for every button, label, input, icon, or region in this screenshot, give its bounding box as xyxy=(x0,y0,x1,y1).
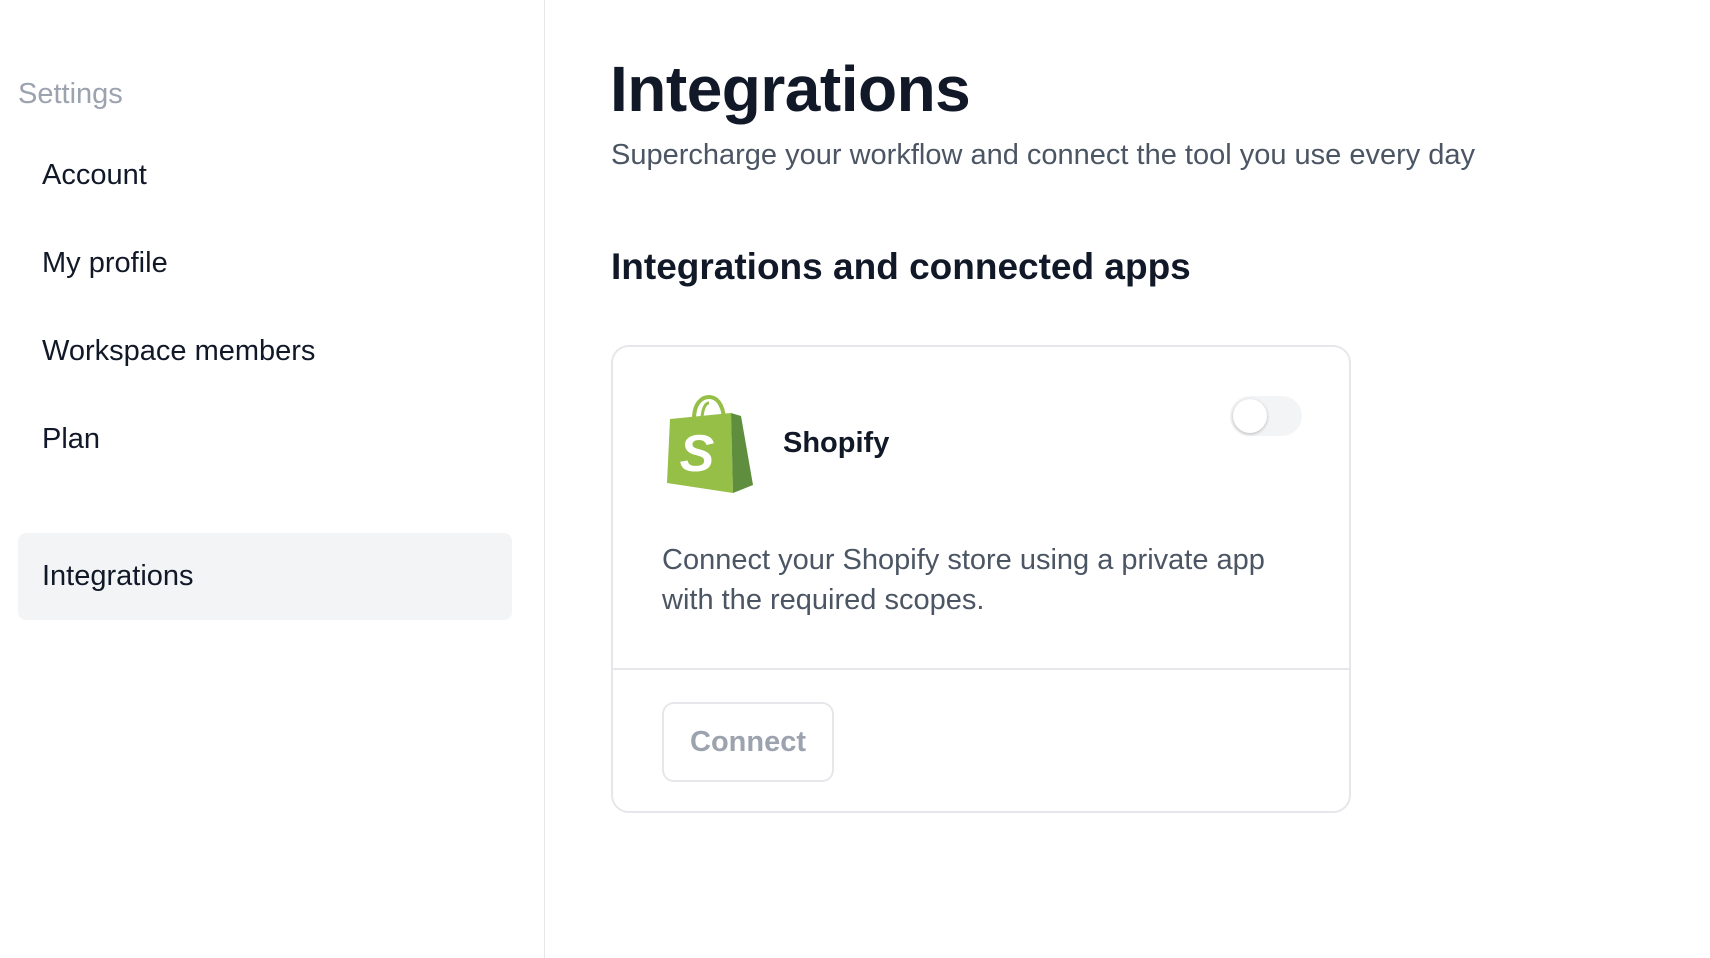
connect-button[interactable]: Connect xyxy=(662,702,834,782)
svg-text:S: S xyxy=(680,425,715,483)
sidebar-item-label: Account xyxy=(42,159,147,191)
sidebar-heading: Settings xyxy=(18,78,123,110)
sidebar-item-plan[interactable]: Plan xyxy=(18,396,512,483)
toggle-knob xyxy=(1233,399,1267,433)
sidebar-item-workspace-members[interactable]: Workspace members xyxy=(18,308,512,395)
settings-sidebar: Settings Account My profile Workspace me… xyxy=(0,0,545,958)
integration-toggle[interactable] xyxy=(1230,396,1302,436)
sidebar-item-label: Workspace members xyxy=(42,335,316,367)
sidebar-item-integrations[interactable]: Integrations xyxy=(18,533,512,620)
sidebar-item-label: Plan xyxy=(42,423,101,455)
shopify-logo-icon: S xyxy=(667,394,753,493)
section-title: Integrations and connected apps xyxy=(611,246,1191,287)
sidebar-item-my-profile[interactable]: My profile xyxy=(18,220,512,307)
integration-description: Connect your Shopify store using a priva… xyxy=(662,544,1265,616)
card-divider xyxy=(613,668,1349,670)
page-title: Integrations xyxy=(610,53,971,125)
sidebar-item-account[interactable]: Account xyxy=(18,132,512,219)
sidebar-item-label: My profile xyxy=(42,247,168,279)
settings-app: Settings Account My profile Workspace me… xyxy=(0,0,1710,958)
integration-name: Shopify xyxy=(783,427,890,459)
page-subtitle: Supercharge your workflow and connect th… xyxy=(611,139,1476,171)
sidebar-item-label: Integrations xyxy=(42,560,194,592)
integration-card-shopify: S Shopify Connect your Shopify store usi… xyxy=(611,345,1351,813)
